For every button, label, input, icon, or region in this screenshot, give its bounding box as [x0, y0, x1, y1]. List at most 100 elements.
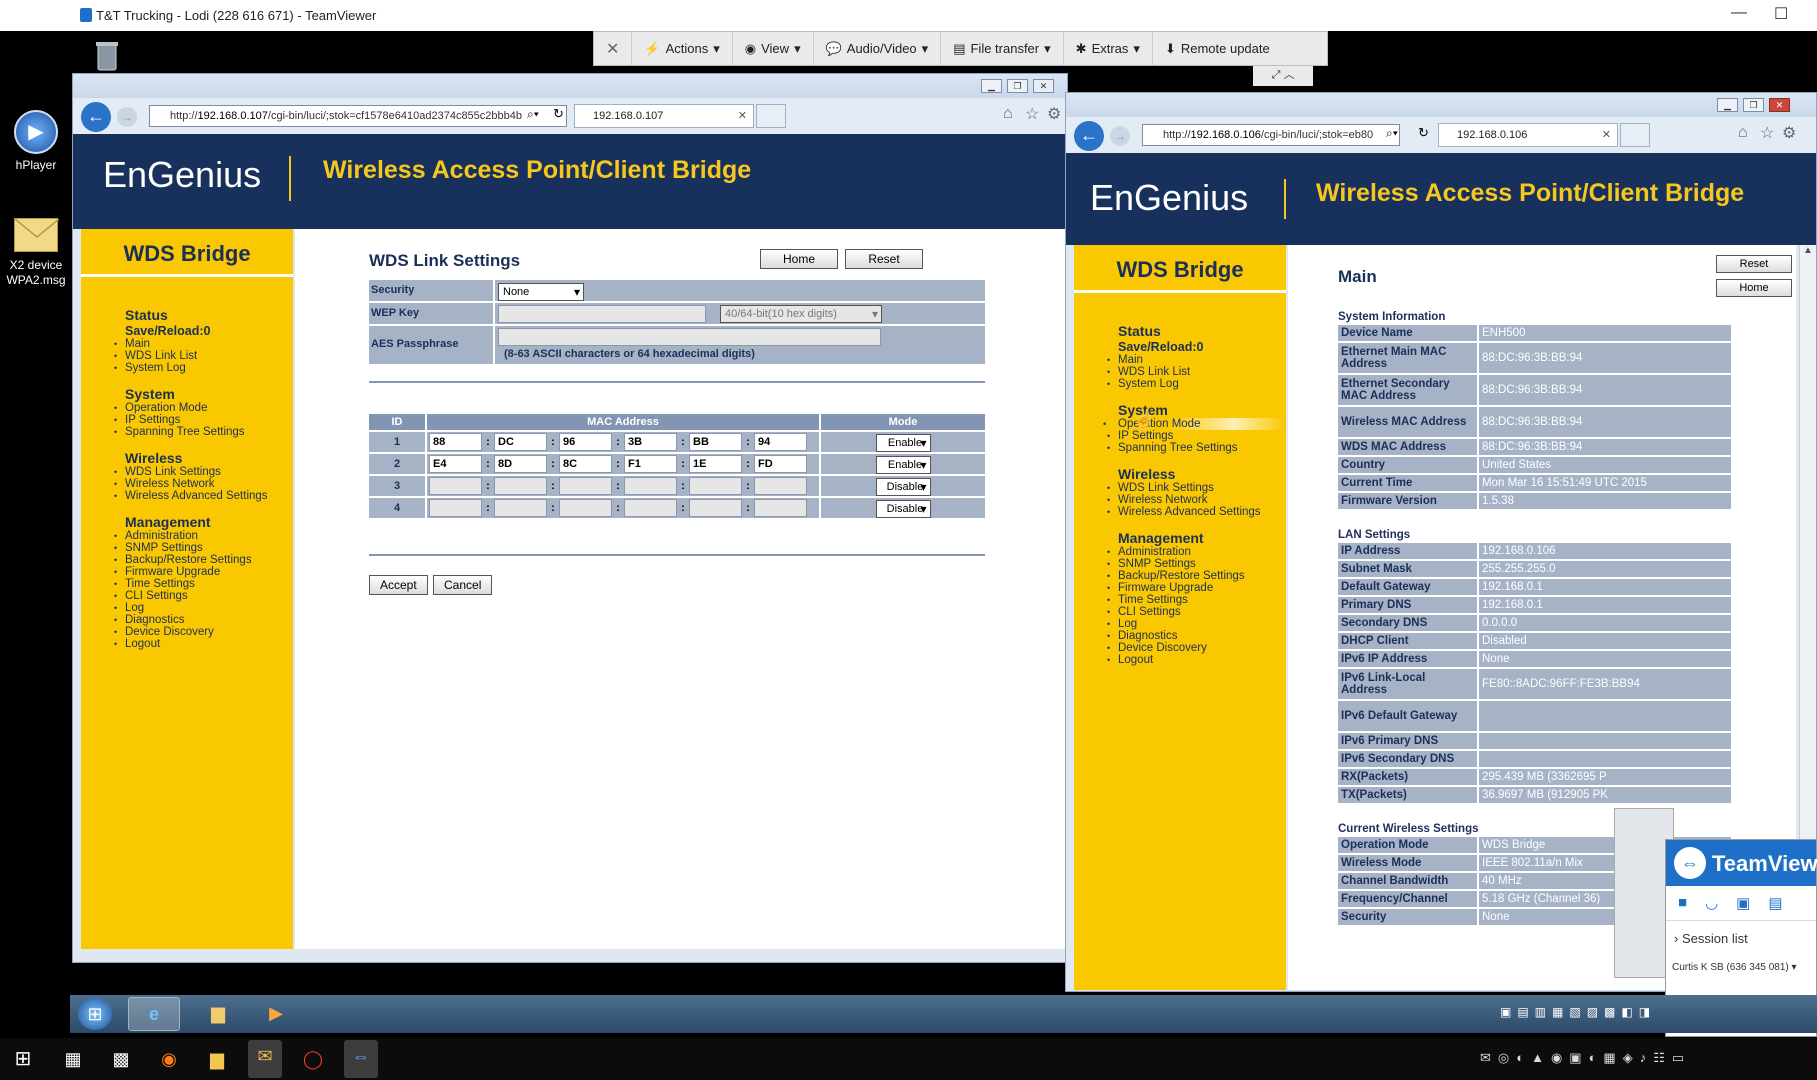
- menu-item-wireless-network[interactable]: Wireless Network: [1107, 494, 1286, 506]
- menu-item-firmware-upgrade[interactable]: Firmware Upgrade: [1107, 582, 1286, 594]
- home-icon[interactable]: ⌂: [1738, 124, 1748, 142]
- mode-select[interactable]: Disable: [875, 478, 931, 496]
- extras-menu[interactable]: ✱ Extras ▾: [1064, 32, 1153, 65]
- mac-octet-input[interactable]: 8C: [559, 455, 612, 473]
- file-icon[interactable]: ▤: [1768, 894, 1782, 912]
- menu-item-main[interactable]: Main: [114, 338, 293, 350]
- chat-icon[interactable]: ▣: [1736, 894, 1750, 912]
- mac-octet-input[interactable]: [559, 477, 612, 495]
- menu-item-log[interactable]: Log: [1107, 618, 1286, 630]
- home-icon[interactable]: ⌂: [1003, 105, 1013, 123]
- mail-app-icon[interactable]: ✉: [248, 1040, 282, 1078]
- home-button[interactable]: Home: [1716, 279, 1792, 297]
- mac-octet-input[interactable]: [624, 499, 677, 517]
- menu-item-logout[interactable]: Logout: [1107, 654, 1286, 666]
- new-tab-button[interactable]: [1620, 123, 1650, 147]
- file-transfer-menu[interactable]: ▤ File transfer ▾: [941, 32, 1064, 65]
- save-reload-link[interactable]: Save/Reload:0: [1118, 340, 1286, 354]
- maximize-icon[interactable]: ❐: [1007, 79, 1028, 93]
- star-icon[interactable]: ☆: [1025, 104, 1039, 124]
- toolbar-collapse-tab[interactable]: ⤢ ︿: [1253, 66, 1313, 86]
- search-icon[interactable]: ⌕▾: [1386, 126, 1398, 141]
- session-list-link[interactable]: › Session list: [1666, 921, 1816, 946]
- accept-button[interactable]: Accept: [369, 575, 428, 595]
- menu-item-administration[interactable]: Administration: [114, 530, 293, 542]
- menu-item-wireless-advanced[interactable]: Wireless Advanced Settings: [1107, 506, 1286, 518]
- file-explorer-icon[interactable]: ▆: [200, 1043, 234, 1075]
- mac-octet-input[interactable]: E4: [429, 455, 482, 473]
- menu-item-backup-restore[interactable]: Backup/Restore Settings: [1107, 570, 1286, 582]
- minimize-icon[interactable]: —: [1731, 4, 1747, 22]
- mac-octet-input[interactable]: [754, 477, 807, 495]
- home-button[interactable]: Home: [760, 249, 838, 269]
- mac-octet-input[interactable]: 94: [754, 433, 807, 451]
- video-icon[interactable]: ■: [1678, 894, 1687, 912]
- menu-item-spanning-tree[interactable]: Spanning Tree Settings: [114, 426, 293, 438]
- teamviewer-taskbar-icon[interactable]: ⇔: [344, 1040, 378, 1078]
- menu-item-wireless-network[interactable]: Wireless Network: [114, 478, 293, 490]
- menu-item-device-discovery[interactable]: Device Discovery: [1107, 642, 1286, 654]
- wep-key-input[interactable]: [498, 305, 706, 323]
- menu-item-diagnostics[interactable]: Diagnostics: [1107, 630, 1286, 642]
- opera-icon[interactable]: ◯: [296, 1043, 330, 1075]
- save-reload-link[interactable]: Save/Reload:0: [125, 324, 293, 338]
- menu-item-time-settings[interactable]: Time Settings: [1107, 594, 1286, 606]
- address-bar[interactable]: http://192.168.0.107/cgi-bin/luci/;stok=…: [149, 105, 567, 127]
- close-session-button[interactable]: ✕: [594, 32, 633, 65]
- mac-octet-input[interactable]: [494, 477, 547, 495]
- menu-item-device-discovery[interactable]: Device Discovery: [114, 626, 293, 638]
- close-tab-icon[interactable]: ✕: [1602, 124, 1611, 146]
- desktop-icon-msg[interactable]: X2 device WPA2.msg: [4, 218, 68, 288]
- forward-arrow-icon[interactable]: →: [117, 107, 137, 127]
- mac-octet-input[interactable]: BB: [689, 433, 742, 451]
- menu-item-snmp[interactable]: SNMP Settings: [1107, 558, 1286, 570]
- close-tab-icon[interactable]: ✕: [738, 105, 747, 127]
- windows-start-icon[interactable]: ⊞: [6, 1043, 40, 1075]
- mac-octet-input[interactable]: [494, 499, 547, 517]
- menu-item-snmp[interactable]: SNMP Settings: [114, 542, 293, 554]
- mode-select[interactable]: Enable: [875, 434, 931, 452]
- store-icon[interactable]: ▦: [56, 1043, 90, 1075]
- search-icon[interactable]: ⌕▾: [527, 107, 539, 122]
- firefox-icon[interactable]: ◉: [152, 1043, 186, 1075]
- system-tray-icons[interactable]: ▣▤▥▦▧▨▩◧◨: [1500, 1005, 1656, 1019]
- menu-item-time-settings[interactable]: Time Settings: [114, 578, 293, 590]
- refresh-icon[interactable]: ↻: [553, 106, 564, 122]
- remote-app-icon[interactable]: ▩: [104, 1043, 138, 1075]
- mac-octet-input[interactable]: F1: [624, 455, 677, 473]
- scroll-up-icon[interactable]: ▲: [1800, 245, 1816, 256]
- maximize-icon[interactable]: ❐: [1743, 98, 1764, 112]
- host-system-tray[interactable]: ✉◎◐▲◉▣◐▦◈♪☷▭: [1480, 1050, 1691, 1066]
- mac-octet-input[interactable]: [689, 499, 742, 517]
- mac-octet-input[interactable]: [429, 477, 482, 495]
- mac-octet-input[interactable]: [559, 499, 612, 517]
- headset-icon[interactable]: ◡: [1705, 894, 1718, 912]
- menu-item-system-log[interactable]: System Log: [1107, 378, 1286, 390]
- menu-item-wireless-advanced[interactable]: Wireless Advanced Settings: [114, 490, 293, 502]
- back-arrow-icon[interactable]: ←: [81, 102, 111, 132]
- menu-item-operation-mode[interactable]: Operation Mode: [114, 402, 293, 414]
- menu-item-wds-link-list[interactable]: WDS Link List: [1107, 366, 1286, 378]
- mac-octet-input[interactable]: 1E: [689, 455, 742, 473]
- browser-tab[interactable]: 192.168.0.106 ✕: [1438, 123, 1618, 147]
- start-orb-icon[interactable]: ⊞: [78, 998, 112, 1030]
- recycle-bin-icon[interactable]: [88, 38, 124, 74]
- view-menu[interactable]: ◉ View ▾: [733, 32, 814, 65]
- session-entry[interactable]: Curtis K SB (636 345 081) ▾: [1666, 946, 1816, 973]
- aes-passphrase-input[interactable]: [498, 328, 881, 346]
- folder-icon[interactable]: ▆: [192, 997, 244, 1031]
- mac-octet-input[interactable]: DC: [494, 433, 547, 451]
- mode-select[interactable]: Disable: [875, 500, 931, 518]
- mac-octet-input[interactable]: [754, 499, 807, 517]
- forward-arrow-icon[interactable]: →: [1110, 126, 1130, 146]
- menu-item-log[interactable]: Log: [114, 602, 293, 614]
- menu-item-wds-link-settings[interactable]: WDS Link Settings: [1107, 482, 1286, 494]
- menu-item-main[interactable]: Main: [1107, 354, 1286, 366]
- address-bar[interactable]: http://192.168.0.106/cgi-bin/luci/;stok=…: [1142, 124, 1400, 146]
- menu-item-logout[interactable]: Logout: [114, 638, 293, 650]
- reset-button[interactable]: Reset: [1716, 255, 1792, 273]
- menu-item-firmware-upgrade[interactable]: Firmware Upgrade: [114, 566, 293, 578]
- refresh-icon[interactable]: ↻: [1418, 125, 1429, 141]
- menu-item-ip-settings[interactable]: IP Settings: [1107, 430, 1286, 442]
- mac-octet-input[interactable]: 96: [559, 433, 612, 451]
